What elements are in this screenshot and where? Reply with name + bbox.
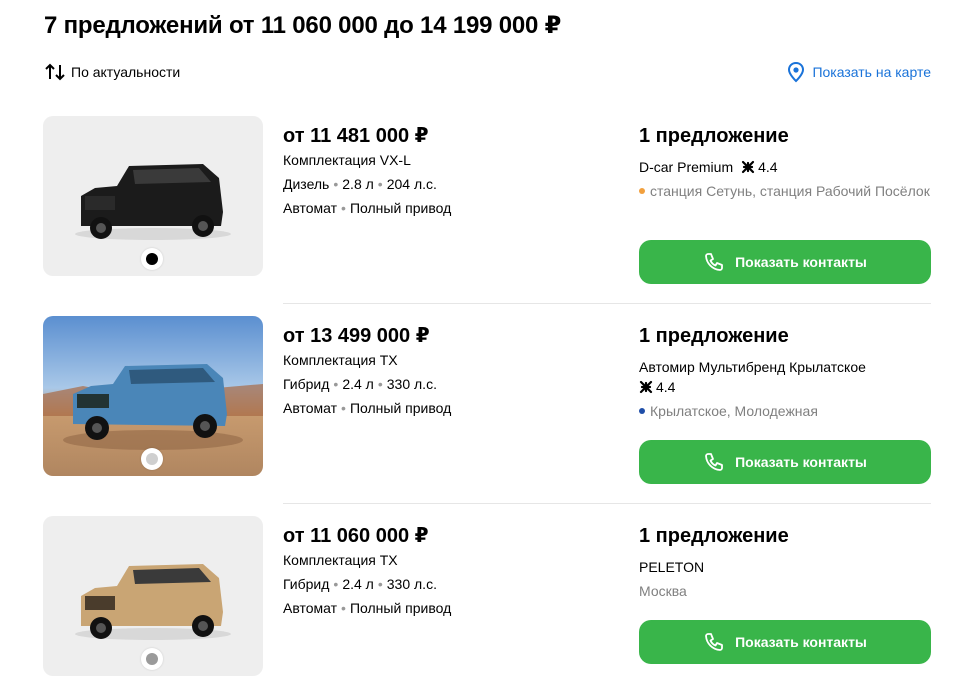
listing-trim: Комплектация TX: [283, 352, 398, 368]
color-swatch[interactable]: [141, 248, 163, 270]
listing-card: от 13 499 000 ₽ Комплектация TX Гибрид • 2…: [43, 316, 931, 504]
offers-count: 1 предложение: [639, 325, 789, 347]
page-title: 7 предложений от 11 060 000 до 14 199 00…: [44, 12, 562, 39]
listing-trim: Комплектация TX: [283, 552, 398, 568]
show-contacts-button[interactable]: Показать контакты: [639, 620, 931, 664]
dealer-location: Москва: [639, 583, 687, 599]
show-contacts-button[interactable]: Показать контакты: [639, 240, 931, 284]
listing-price: от 11 060 000 ₽: [283, 525, 429, 547]
dealer-name[interactable]: D-car Premium: [639, 159, 733, 175]
metro-line-dot: [639, 408, 645, 414]
listing-engine: Дизель • 2.8 л • 204 л.с.: [283, 176, 437, 192]
metro-line-dot: [639, 188, 645, 194]
divider: [283, 303, 931, 304]
listing-engine: Гибрид • 2.4 л • 330 л.с.: [283, 376, 437, 392]
listing-price: от 11 481 000 ₽: [283, 125, 429, 147]
dealer-rating: 4.4: [639, 377, 675, 397]
phone-icon: [705, 453, 723, 471]
color-swatch[interactable]: [141, 648, 163, 670]
listing-drivetrain: Автомат • Полный привод: [283, 400, 452, 416]
dealer-location: станция Сетунь, станция Рабочий Посёлок: [639, 181, 931, 201]
dealer-name[interactable]: Автомир Мультибренд Крылатское: [639, 359, 866, 375]
car-photo[interactable]: [43, 516, 263, 676]
listing-drivetrain: Автомат • Полный привод: [283, 200, 452, 216]
dealer-location: Крылатское, Молодежная: [639, 401, 931, 421]
rating-icon: [639, 380, 653, 394]
divider: [283, 503, 931, 504]
listing-card: от 11 481 000 ₽ Комплектация VX-L Дизель…: [43, 116, 931, 304]
rating-icon: [742, 160, 755, 174]
dealer[interactable]: D-car Premium 4.4: [639, 157, 931, 177]
listing-price: от 13 499 000 ₽: [283, 325, 430, 347]
car-photo[interactable]: [43, 316, 263, 476]
phone-icon: [705, 253, 723, 271]
show-on-map-link[interactable]: Показать на карте: [786, 61, 931, 83]
map-link-label: Показать на карте: [812, 64, 931, 80]
show-contacts-button[interactable]: Показать контакты: [639, 440, 931, 484]
dealer-rating: 4.4: [733, 157, 778, 177]
car-photo[interactable]: [43, 116, 263, 276]
phone-icon: [705, 633, 723, 651]
listing-card: от 11 060 000 ₽ Комплектация TX Гибрид • 2…: [43, 516, 931, 682]
dealer[interactable]: PELETON: [639, 557, 931, 577]
offers-count: 1 предложение: [639, 525, 789, 547]
sort-label: По актуальности: [71, 64, 181, 80]
map-pin-icon: [788, 61, 805, 83]
listing-trim: Комплектация VX-L: [283, 152, 411, 168]
color-swatch[interactable]: [141, 448, 163, 470]
listing-engine: Гибрид • 2.4 л • 330 л.с.: [283, 576, 437, 592]
offers-count: 1 предложение: [639, 125, 789, 147]
sort-arrows-icon: [45, 63, 65, 81]
listing-drivetrain: Автомат • Полный привод: [283, 600, 452, 616]
dealer-name[interactable]: PELETON: [639, 559, 704, 575]
dealer[interactable]: Автомир Мультибренд Крылатское 4.4: [639, 357, 931, 397]
sort-button[interactable]: По актуальности: [44, 61, 180, 83]
